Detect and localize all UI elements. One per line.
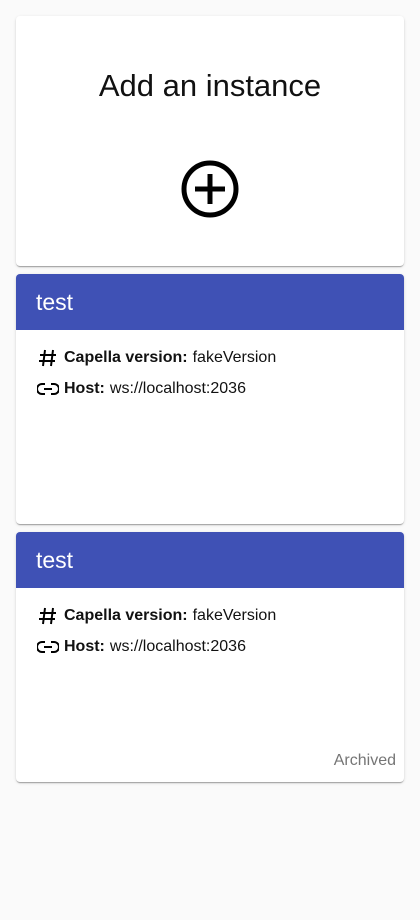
add-instance-title: Add an instance bbox=[98, 68, 322, 103]
version-label: Capella version: bbox=[64, 607, 188, 624]
instance-name: test bbox=[36, 547, 74, 573]
instance-card[interactable]: test Capella version: fakeVersion Host: … bbox=[16, 532, 404, 782]
host-value: ws://localhost:2036 bbox=[109, 638, 246, 655]
add-instance-card[interactable]: Add an instance bbox=[16, 16, 404, 266]
archived-status: Archived bbox=[333, 752, 396, 769]
host-row: Host: ws://localhost:2036 bbox=[36, 635, 384, 659]
version-row: Capella version: fakeVersion bbox=[36, 604, 384, 628]
add-circle-icon[interactable] bbox=[180, 159, 240, 219]
host-row: Host: ws://localhost:2036 bbox=[36, 377, 384, 401]
instance-card[interactable]: test Capella version: fakeVersion Host: … bbox=[16, 274, 404, 524]
link-icon bbox=[36, 635, 60, 659]
instance-card-body: Capella version: fakeVersion Host: ws://… bbox=[16, 330, 404, 401]
tag-icon bbox=[36, 604, 60, 628]
instance-card-body: Capella version: fakeVersion Host: ws://… bbox=[16, 588, 404, 659]
link-icon bbox=[36, 377, 60, 401]
instance-name: test bbox=[36, 289, 74, 315]
host-label: Host: bbox=[64, 380, 105, 397]
version-row: Capella version: fakeVersion bbox=[36, 346, 384, 370]
version-value: fakeVersion bbox=[192, 349, 277, 366]
host-value: ws://localhost:2036 bbox=[109, 380, 246, 397]
host-label: Host: bbox=[64, 638, 105, 655]
instance-card-header: test bbox=[16, 274, 404, 330]
version-value: fakeVersion bbox=[192, 607, 277, 624]
instance-card-header: test bbox=[16, 532, 404, 588]
version-label: Capella version: bbox=[64, 349, 188, 366]
tag-icon bbox=[36, 346, 60, 370]
